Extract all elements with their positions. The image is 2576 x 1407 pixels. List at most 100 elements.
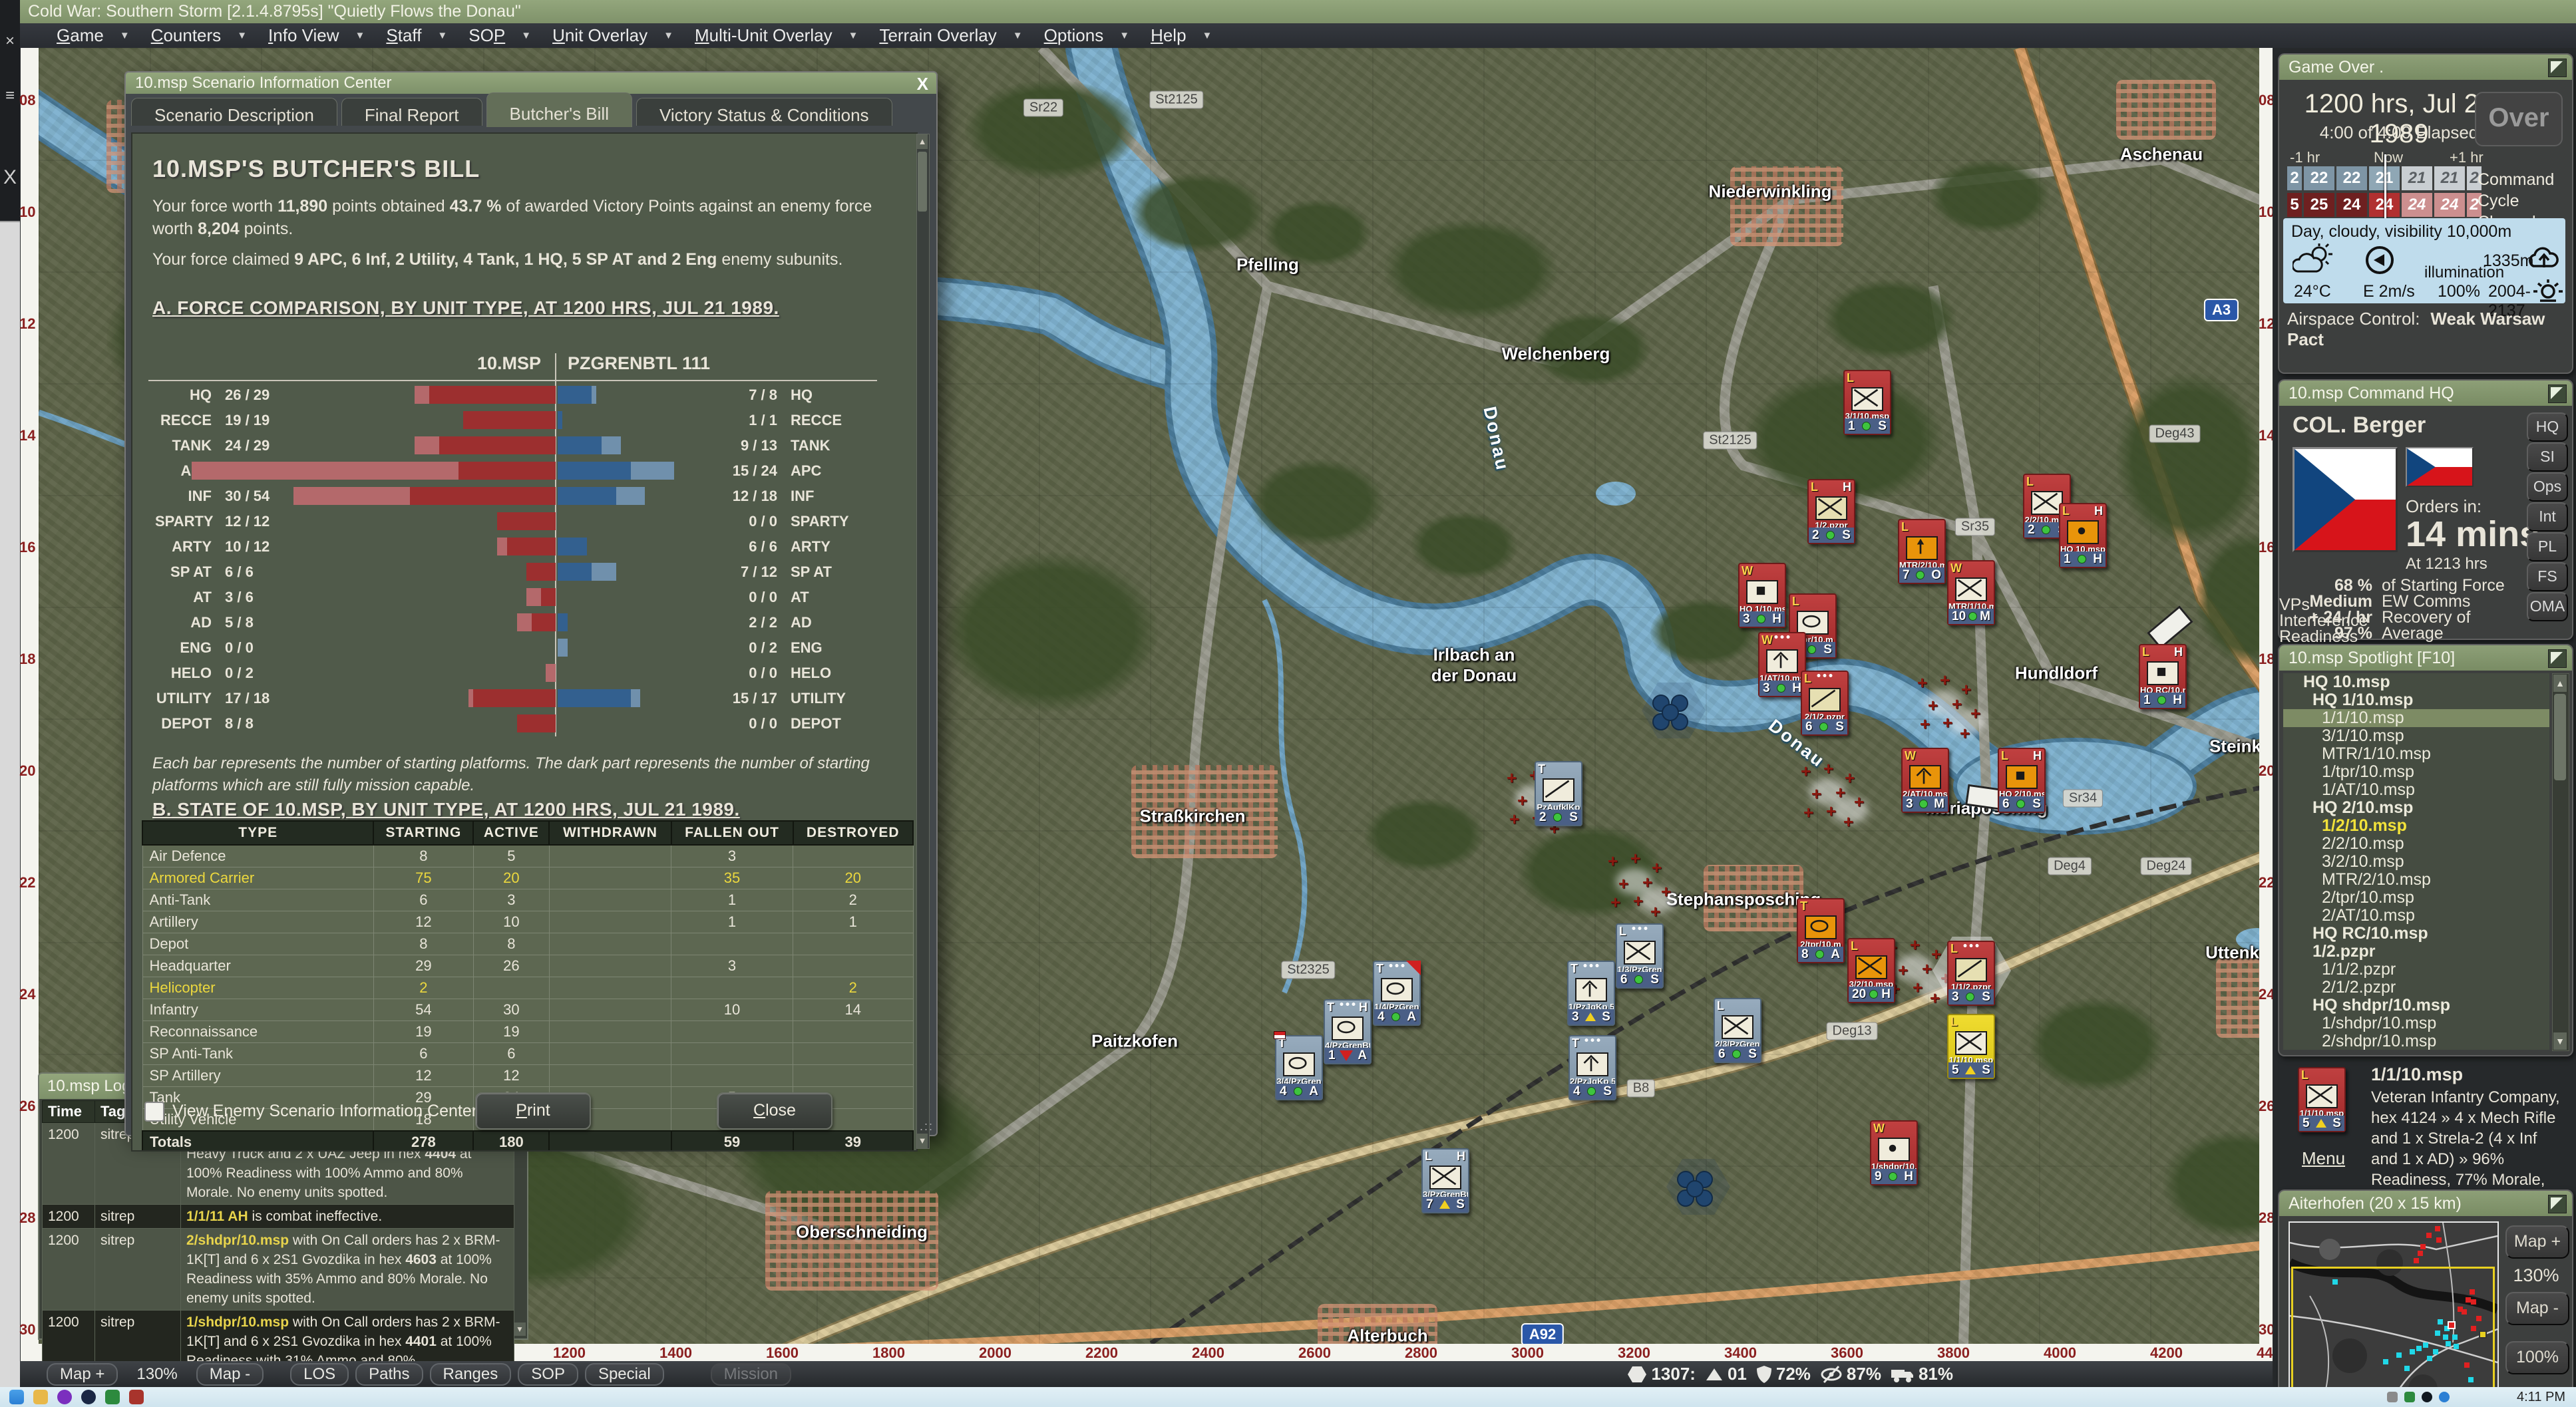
tree-item-hq-2-10-msp[interactable]: HQ 2/10.msp [2283, 799, 2549, 817]
tree-item-hq-shdpr-10-msp[interactable]: HQ shdpr/10.msp [2283, 997, 2549, 1015]
log-scroll-down[interactable]: ▼ [514, 1323, 526, 1336]
menu-counters[interactable]: Counters [144, 25, 228, 46]
unit-counter-hq-2-10-ms[interactable]: LHHQ 2/10.ms6S [1998, 748, 2046, 813]
app-dark-icon[interactable] [81, 1390, 96, 1404]
toolbar-ranges-button[interactable]: Ranges [430, 1363, 512, 1386]
log-row[interactable]: 1200sitrep2/shdpr/10.msp with On Call or… [43, 1229, 514, 1311]
hq-tab-fs[interactable]: FS [2527, 562, 2568, 591]
tab-butcher-s-bill[interactable]: Butcher's Bill [486, 92, 632, 127]
log-row[interactable]: 1200sitrep1/1/11 AH is combat ineffectiv… [43, 1205, 514, 1229]
scroll-thumb[interactable] [2554, 694, 2566, 780]
spotlight-title[interactable]: 10.msp Spotlight [F10] [2279, 645, 2572, 671]
scroll-up-icon[interactable]: ▲ [2553, 675, 2567, 692]
unit-counter-2-pzjgkp-5[interactable]: T2/PzJgKp 54S [1568, 1035, 1616, 1100]
print-button[interactable]: Print [475, 1092, 591, 1130]
unit-counter-pzaufklkp[interactable]: TPzAufklKp2S [1535, 761, 1582, 826]
unit-counter-1-2-pzpr[interactable]: LH1/2.pzpr2S [1807, 479, 1855, 544]
tray-dark-icon[interactable] [2422, 1392, 2432, 1402]
resize-grip[interactable]: .:: [920, 1120, 934, 1134]
minimap-100pct-button[interactable]: 100% [2505, 1341, 2569, 1374]
close-button[interactable]: Close [717, 1092, 832, 1130]
dialog-title[interactable]: 10.msp Scenario Information Center [126, 73, 936, 94]
app-purple-icon[interactable] [57, 1390, 72, 1404]
toolbar-mission-button[interactable]: Mission [711, 1363, 791, 1386]
app-red-icon[interactable] [129, 1390, 144, 1404]
tree-item-2-shdpr-10-msp[interactable]: 2/shdpr/10.msp [2283, 1032, 2549, 1050]
menu-game[interactable]: Game [50, 25, 110, 46]
hq-tab-oma[interactable]: OMA [2527, 592, 2568, 621]
tab-scenario-description[interactable]: Scenario Description [131, 98, 337, 126]
tray-blue-icon[interactable] [2439, 1392, 2450, 1402]
expand-icon[interactable] [2548, 385, 2567, 403]
command-hq-title[interactable]: 10.msp Command HQ [2279, 381, 2572, 406]
unit-counter-2-at-10-ms[interactable]: W2/AT/10.ms3M [1901, 748, 1949, 813]
minimap-map-minus-button[interactable]: Map - [2505, 1292, 2569, 1325]
game-over-title[interactable]: Game Over . [2279, 55, 2572, 80]
minimap-viewport-rect[interactable] [2291, 1267, 2495, 1407]
tree-item-1-1-2-pzpr[interactable]: 1/1/2.pzpr [2283, 961, 2549, 979]
tray-monitor-icon[interactable] [2387, 1392, 2398, 1402]
unit-counter-2-tpr-10-m[interactable]: T2/tpr/10.m8A [1797, 898, 1845, 963]
tray-green-icon[interactable] [2404, 1392, 2415, 1402]
tree-item-1-2-pzpr[interactable]: 1/2.pzpr [2283, 943, 2549, 961]
unit-counter-1-3-pzgren[interactable]: L1/3/PzGren6S [1616, 923, 1664, 989]
menu-unit-overlay[interactable]: Unit Overlay [546, 25, 654, 46]
menu-staff[interactable]: Staff [379, 25, 428, 46]
unit-counter-mtr-2-10-m[interactable]: LMTR/2/10.m7O [1898, 519, 1946, 584]
unit-counter-3-4-pzgren[interactable]: T3/4/PzGren4A [1275, 1035, 1323, 1100]
toolbar-sop-button[interactable]: SOP [518, 1363, 578, 1386]
unit-counter-4-pzgrenbt[interactable]: TH4/PzGrenBt1A [1324, 999, 1372, 1064]
unit-menu-link[interactable]: Menu [2302, 1148, 2345, 1169]
menu-info-view[interactable]: Info View [262, 25, 346, 46]
unit-counter-1-pzjgkp-5[interactable]: T1/PzJgKp 53S [1567, 961, 1615, 1026]
tree-item-3-1-10-msp[interactable]: 3/1/10.msp [2283, 727, 2549, 745]
scroll-down-icon[interactable]: ▼ [2553, 1032, 2567, 1050]
unit-counter-1-4-pzgren[interactable]: T1/4/PzGren4A [1373, 961, 1421, 1026]
unit-counter-3-2-10-msp[interactable]: L3/2/10.msp20H [1847, 938, 1895, 1003]
unit-counter-2-3-pzgren[interactable]: L2/3/PzGren6S [1714, 998, 1761, 1063]
tree-item-mtr-2-10-msp[interactable]: MTR/2/10.msp [2283, 871, 2549, 889]
scroll-thumb[interactable] [918, 152, 927, 212]
tree-item-mtr-1-10-msp[interactable]: MTR/1/10.msp [2283, 745, 2549, 763]
expand-icon[interactable] [2548, 1195, 2567, 1213]
unit-counter-3-1-10-msp[interactable]: L3/1/10.msp1S [1843, 370, 1891, 435]
menu-icon[interactable]: ≡ [0, 86, 20, 105]
tree-item-1-tpr-10-msp[interactable]: 1/tpr/10.msp [2283, 763, 2549, 781]
view-enemy-checkbox[interactable] [144, 1102, 164, 1122]
tree-item-2-at-10-msp[interactable]: 2/AT/10.msp [2283, 907, 2549, 925]
x-icon[interactable]: X [0, 166, 20, 189]
tree-item-hq-rc-10-msp[interactable]: HQ RC/10.msp [2283, 925, 2549, 943]
unit-counter-1-shdpr-10-[interactable]: W1/shdpr/10.9H [1870, 1120, 1918, 1185]
tree-item-2-2-10-msp[interactable]: 2/2/10.msp [2283, 835, 2549, 853]
unit-counter-3-pzgrenbt[interactable]: LH3/PzGrenBt7S [1421, 1148, 1469, 1213]
start-icon[interactable] [9, 1390, 24, 1404]
tree-item-1-shdpr-10-msp[interactable]: 1/shdpr/10.msp [2283, 1015, 2549, 1032]
hq-tab-pl[interactable]: PL [2527, 532, 2568, 561]
dialog-scrollbar[interactable]: ▲ ▼ [916, 134, 930, 1149]
unit-counter-mtr-1-10-m[interactable]: WMTR/1/10.m10M [1947, 560, 1995, 625]
hq-tab-hq[interactable]: HQ [2527, 412, 2568, 442]
unit-counter-hq-rc-10-m[interactable]: LHHQ RC/10.m1H [2139, 644, 2187, 709]
unit-counter-1-1-10-msp[interactable]: L1/1/10.msp5S [2298, 1067, 2346, 1132]
tab-final-report[interactable]: Final Report [341, 98, 482, 126]
toolbar-los-button[interactable]: LOS [290, 1363, 349, 1386]
over-button[interactable]: Over [2475, 92, 2563, 146]
folder-icon[interactable] [33, 1390, 48, 1404]
minimap-map-plus-button[interactable]: Map + [2505, 1225, 2569, 1259]
unit-counter-2-1-2-pzpr[interactable]: L2/1/2.pzpr6S [1801, 671, 1849, 736]
tree-item-1-at-10-msp[interactable]: 1/AT/10.msp [2283, 781, 2549, 799]
minimap-title[interactable]: Aiterhofen (20 x 15 km) [2279, 1191, 2572, 1216]
menu-terrain-overlay[interactable]: Terrain Overlay [872, 25, 1003, 46]
toolbar-map--button[interactable]: Map - [196, 1363, 264, 1386]
close-icon[interactable]: × [0, 32, 20, 51]
unit-counter-1-1-2-pzpr[interactable]: L1/1/2.pzpr3S [1947, 941, 1995, 1006]
toolbar-map--button[interactable]: Map + [47, 1363, 118, 1386]
unit-counter-hq-1-10-ms[interactable]: WHQ 1/10.ms3H [1738, 563, 1786, 628]
hq-tab-int[interactable]: Int [2527, 502, 2568, 532]
tree-scrollbar[interactable]: ▲ ▼ [2552, 673, 2569, 1051]
tree-item-hq-10-msp[interactable]: HQ 10.msp [2283, 673, 2549, 691]
unit-counter-hq-10-msp[interactable]: LHHQ 10.msp1H [2059, 503, 2107, 568]
menu-multi-unit-overlay[interactable]: Multi-Unit Overlay [688, 25, 839, 46]
menu-sop[interactable]: SOP [462, 25, 512, 46]
hq-tab-si[interactable]: SI [2527, 442, 2568, 472]
